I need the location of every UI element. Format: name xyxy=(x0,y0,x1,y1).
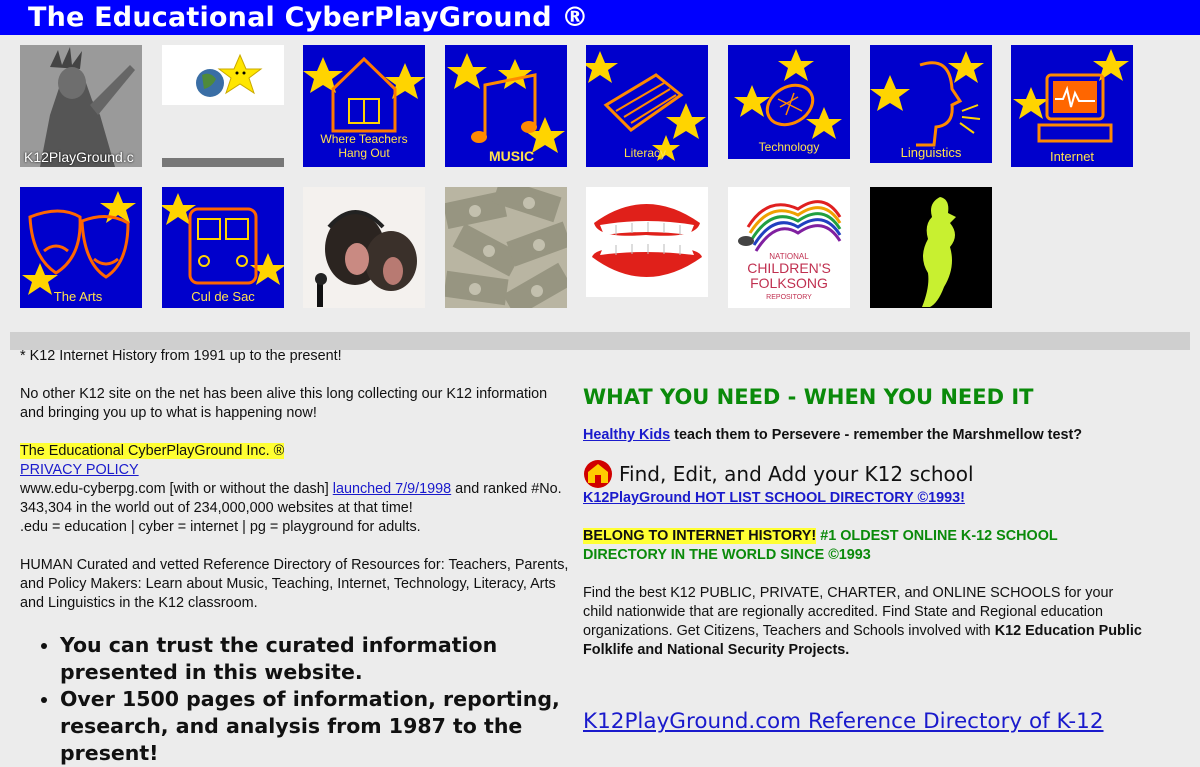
svg-text:Technology: Technology xyxy=(759,140,820,154)
trust-list: You can trust the curated information pr… xyxy=(20,632,570,767)
list-item: Over 1500 pages of information, reportin… xyxy=(60,686,570,767)
company-block: The Educational CyberPlayGround Inc. ® P… xyxy=(20,442,570,537)
svg-text:Literacy: Literacy xyxy=(624,146,666,160)
tile-chimps[interactable] xyxy=(303,187,425,308)
theater-masks-icon: The Arts xyxy=(20,187,142,308)
svg-text:Hang Out: Hang Out xyxy=(338,146,390,160)
svg-text:Linguistics: Linguistics xyxy=(901,145,962,160)
singing-chimps-photo xyxy=(303,187,425,308)
reference-directory-line: K12PlayGround.com Reference Directory of… xyxy=(583,708,1143,736)
human-curated-text: HUMAN Curated and vetted Reference Direc… xyxy=(20,557,569,611)
domain-pre-text: www.edu-cyberpg.com [with or without the… xyxy=(20,481,333,497)
tile-culdesac[interactable]: Cul de Sac xyxy=(162,187,284,308)
tile-teeth[interactable] xyxy=(586,187,708,297)
site-title: The Educational CyberPlayGround ® xyxy=(28,2,589,33)
belong-line: BELONG TO INTERNET HISTORY! #1 OLDEST ON… xyxy=(583,527,1143,565)
svg-text:CHILDREN'S: CHILDREN'S xyxy=(747,260,831,276)
left-column: * K12 Internet History from 1991 up to t… xyxy=(20,347,570,767)
company-name: The Educational CyberPlayGround Inc. ® xyxy=(20,443,285,459)
tile-silhouette[interactable] xyxy=(870,187,992,308)
school-bus-icon: Cul de Sac xyxy=(162,187,284,308)
launched-link[interactable]: launched 7/9/1998 xyxy=(333,481,451,497)
typewriter-icon: Literacy xyxy=(586,45,708,167)
tile-teachers[interactable]: Where Teachers Hang Out xyxy=(303,45,425,167)
singer-silhouette-icon xyxy=(870,187,992,308)
schoolhouse-icon xyxy=(584,460,612,488)
tile-folksong[interactable]: NATIONAL CHILDREN'S FOLKSONG REPOSITORY xyxy=(728,187,850,308)
chattering-teeth-icon xyxy=(586,187,708,297)
edu-definition: .edu = education | cyber = internet | pg… xyxy=(20,519,421,535)
healthy-kids-link[interactable]: Healthy Kids xyxy=(583,427,670,443)
tile-music[interactable]: MUSIC xyxy=(445,45,567,167)
find-school-line: Find, Edit, and Add your K12 school xyxy=(583,459,1143,489)
tile-technology[interactable]: Technology xyxy=(728,45,850,159)
tile-linguistics[interactable]: Linguistics xyxy=(870,45,992,163)
right-column: WHAT YOU NEED - WHEN YOU NEED IT Healthy… xyxy=(583,382,1143,736)
svg-text:The Arts: The Arts xyxy=(54,289,103,304)
tile-literacy[interactable]: Literacy xyxy=(586,45,708,167)
hotlist-link[interactable]: K12PlayGround HOT LIST SCHOOL DIRECTORY … xyxy=(583,490,965,506)
tile-liberty-label: K12PlayGround.c xyxy=(24,149,134,165)
globe-star-icon xyxy=(162,45,284,167)
site-header: The Educational CyberPlayGround ® xyxy=(0,0,1200,35)
speaking-head-icon: Linguistics xyxy=(870,45,992,163)
music-notes-icon: MUSIC xyxy=(445,45,567,167)
svg-text:REPOSITORY: REPOSITORY xyxy=(766,294,812,301)
computer-icon: Internet xyxy=(1011,45,1133,167)
alive-text: No other K12 site on the net has been al… xyxy=(20,386,548,421)
tile-internet[interactable]: Internet xyxy=(1011,45,1133,167)
find-best-paragraph: Find the best K12 PUBLIC, PRIVATE, CHART… xyxy=(583,584,1143,660)
money-pile-photo xyxy=(445,187,567,308)
reference-directory-link[interactable]: K12PlayGround.com Reference Directory of… xyxy=(583,709,1104,734)
find-school-text: Find, Edit, and Add your K12 school xyxy=(619,462,974,486)
list-item: You can trust the curated information pr… xyxy=(60,632,570,686)
hotlist-line: K12PlayGround HOT LIST SCHOOL DIRECTORY … xyxy=(583,489,1143,508)
history-text: * K12 Internet History from 1991 up to t… xyxy=(20,348,342,364)
svg-text:FOLKSONG: FOLKSONG xyxy=(750,275,828,291)
healthy-kids-line: Healthy Kids teach them to Persevere - r… xyxy=(583,426,1143,445)
need-heading: WHAT YOU NEED - WHEN YOU NEED IT xyxy=(583,385,1034,409)
schoolhouse-icon: Where Teachers Hang Out xyxy=(303,45,425,167)
satellite-dish-icon: Technology xyxy=(728,45,850,159)
svg-text:Cul de Sac: Cul de Sac xyxy=(191,289,255,304)
tile-arts[interactable]: The Arts xyxy=(20,187,142,308)
tile-money[interactable] xyxy=(445,187,567,308)
svg-text:Internet: Internet xyxy=(1050,149,1094,164)
healthy-kids-rest: teach them to Persevere - remember the M… xyxy=(670,427,1083,443)
belong-highlight: BELONG TO INTERNET HISTORY! xyxy=(583,528,817,544)
privacy-policy-link[interactable]: PRIVACY POLICY xyxy=(20,462,139,478)
tile-globe[interactable] xyxy=(162,45,284,167)
folksong-logo: NATIONAL CHILDREN'S FOLKSONG REPOSITORY xyxy=(728,187,850,308)
svg-text:MUSIC: MUSIC xyxy=(489,148,534,164)
tile-liberty[interactable]: K12PlayGround.c xyxy=(20,45,142,167)
svg-text:Where Teachers: Where Teachers xyxy=(320,132,407,146)
